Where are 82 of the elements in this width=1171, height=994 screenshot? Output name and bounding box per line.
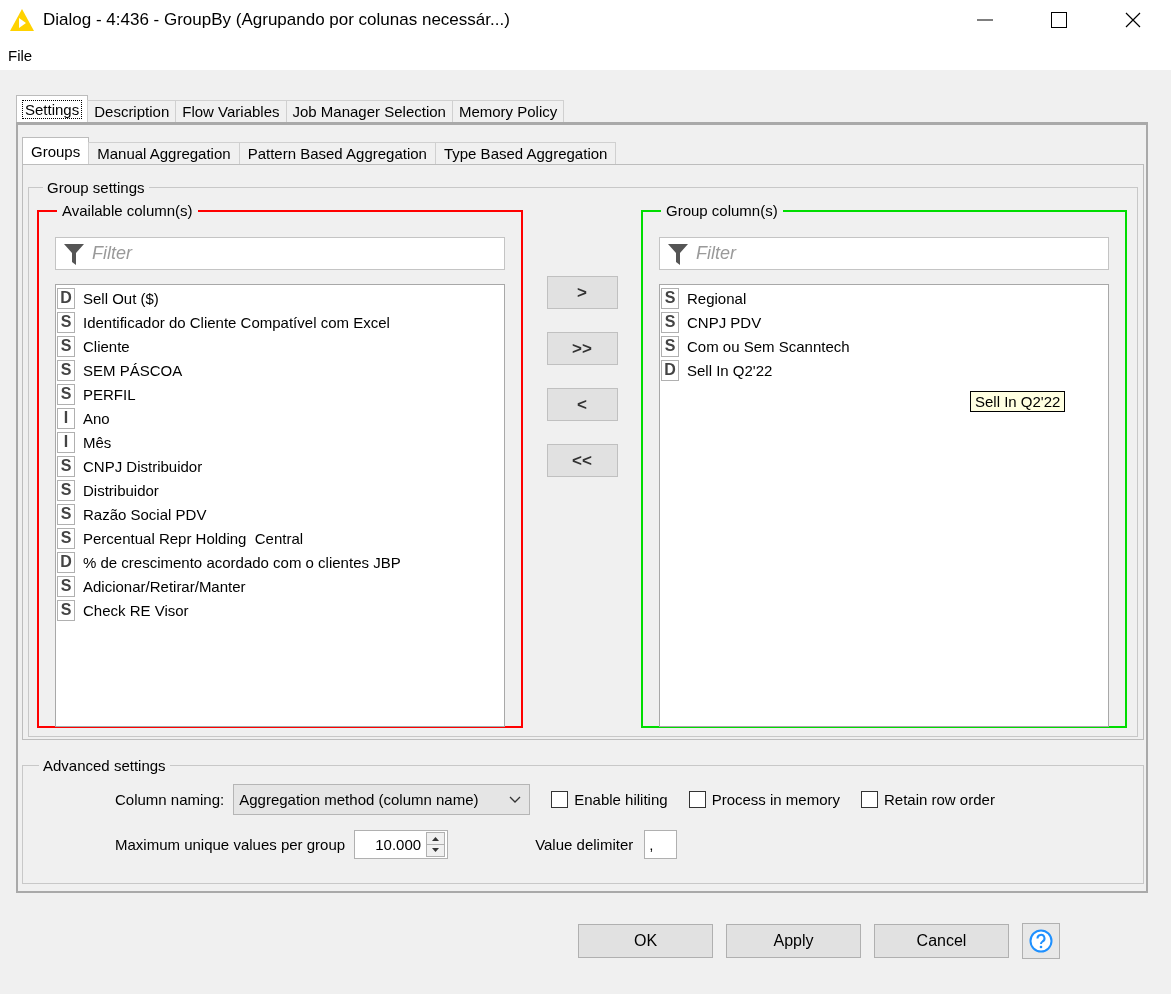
column-item[interactable]: SEM PÁSCOA — [83, 361, 183, 379]
column-type-icon: S — [57, 527, 75, 549]
column-type-icon: D — [661, 359, 679, 381]
maximize-icon[interactable] — [1051, 12, 1067, 28]
menu-item[interactable]: File — [8, 46, 33, 64]
checkbox-label: Enable hiliting — [574, 791, 668, 808]
column-item[interactable]: Com ou Sem Scanntech — [687, 337, 850, 355]
dialog-button[interactable]: OK — [578, 924, 713, 958]
field-label: Column naming: — [115, 791, 225, 808]
column-item[interactable]: Mês — [83, 433, 112, 451]
column-type-icon: S — [57, 335, 75, 357]
column-item[interactable]: Ano — [83, 409, 110, 427]
filter-icon — [63, 242, 85, 266]
column-type-icon: I — [57, 431, 75, 453]
field-label: Maximum unique values per group — [115, 836, 346, 853]
column-list[interactable] — [55, 284, 505, 727]
panel-title: Group column(s) — [665, 202, 779, 219]
app-logo-icon — [9, 8, 35, 32]
field-label: Value delimiter — [535, 836, 634, 853]
filter-field[interactable]: Filter — [659, 237, 1109, 270]
spinner-arrows-icon[interactable] — [426, 832, 446, 857]
column-type-icon: I — [57, 407, 75, 429]
column-item[interactable]: Razão Social PDV — [83, 505, 207, 523]
window-title: Dialog - 4:436 - GroupBy (Agrupando por colunas necessár...) — [43, 10, 511, 30]
checkbox-label: Process in memory — [711, 791, 840, 808]
tab[interactable]: Description — [87, 100, 177, 122]
panel-title: Advanced settings — [42, 757, 167, 774]
checkbox[interactable] — [688, 791, 706, 808]
tab[interactable]: Settings — [16, 95, 89, 122]
column-item[interactable]: Distribuidor — [83, 481, 159, 499]
column-type-icon: D — [57, 551, 75, 573]
column-type-icon: S — [661, 311, 679, 333]
help-button[interactable] — [1022, 923, 1060, 959]
tab[interactable]: Job Manager Selection — [285, 100, 453, 122]
column-item[interactable]: CNPJ Distribuidor — [83, 457, 203, 475]
column-type-icon: S — [57, 575, 75, 597]
checkbox[interactable] — [861, 791, 878, 808]
tab[interactable]: Memory Policy — [451, 100, 565, 122]
column-item[interactable]: Identificador do Cliente Compatível com Excel — [83, 313, 390, 331]
move-button[interactable]: > — [546, 276, 618, 309]
column-type-icon: S — [661, 287, 679, 309]
tab[interactable]: Type Based Aggregation — [434, 142, 617, 164]
column-type-icon: S — [57, 455, 75, 477]
move-button[interactable]: << — [546, 444, 618, 477]
column-type-icon: D — [57, 287, 75, 309]
column-item[interactable]: % de crescimento acordado com o clientes JBP — [83, 553, 401, 571]
column-list[interactable]: S Regional S CNPJ PDV S Com ou Sem Scanntech D Sell In Q2'22 Sell In Q2'22 — [659, 284, 1109, 727]
column-item[interactable]: Sell Out ($) — [83, 289, 159, 307]
move-button[interactable]: < — [546, 388, 618, 421]
column-type-icon: S — [57, 599, 75, 621]
tab[interactable]: Groups — [22, 137, 90, 164]
column-type-icon: S — [57, 503, 75, 525]
panel-title: Available column(s) — [61, 202, 194, 219]
column-type-icon: S — [57, 383, 75, 405]
filter-icon — [667, 242, 689, 266]
column-item[interactable]: CNPJ PDV — [687, 313, 762, 331]
column-item[interactable]: Adicionar/Retirar/Manter — [83, 577, 246, 595]
column-type-icon: S — [57, 359, 75, 381]
checkbox-label: Retain row order — [884, 791, 995, 808]
tab[interactable]: Pattern Based Aggregation — [238, 142, 436, 164]
column-item[interactable]: Check RE Visor — [83, 601, 189, 619]
column-item[interactable]: Percentual Repr Holding Central — [83, 529, 304, 547]
column-item[interactable]: Cliente — [83, 337, 130, 355]
dialog-button[interactable]: Apply — [726, 924, 861, 958]
chevron-down-icon — [509, 795, 522, 804]
panel-title: Group settings — [46, 179, 146, 196]
move-button[interactable]: >> — [546, 332, 618, 365]
value-delimiter-field[interactable]: , — [644, 830, 678, 859]
column-type-icon: S — [57, 479, 75, 501]
column-item[interactable]: Regional — [687, 289, 747, 307]
filter-field[interactable]: Filter — [55, 237, 505, 270]
checkbox[interactable] — [551, 791, 569, 808]
column-item[interactable]: PERFIL — [83, 385, 136, 403]
column-type-icon: S — [661, 335, 679, 357]
tooltip: Sell In Q2'22 — [970, 391, 1066, 412]
column-item[interactable]: Sell In Q2'22 — [687, 361, 773, 379]
help-icon — [1029, 929, 1053, 953]
column-naming-dropdown[interactable]: Aggregation method (column name) — [233, 784, 531, 815]
column-type-icon: S — [57, 311, 75, 333]
dialog-button[interactable]: Cancel — [874, 924, 1009, 958]
tab[interactable]: Manual Aggregation — [88, 142, 240, 164]
close-icon[interactable] — [1125, 12, 1141, 28]
